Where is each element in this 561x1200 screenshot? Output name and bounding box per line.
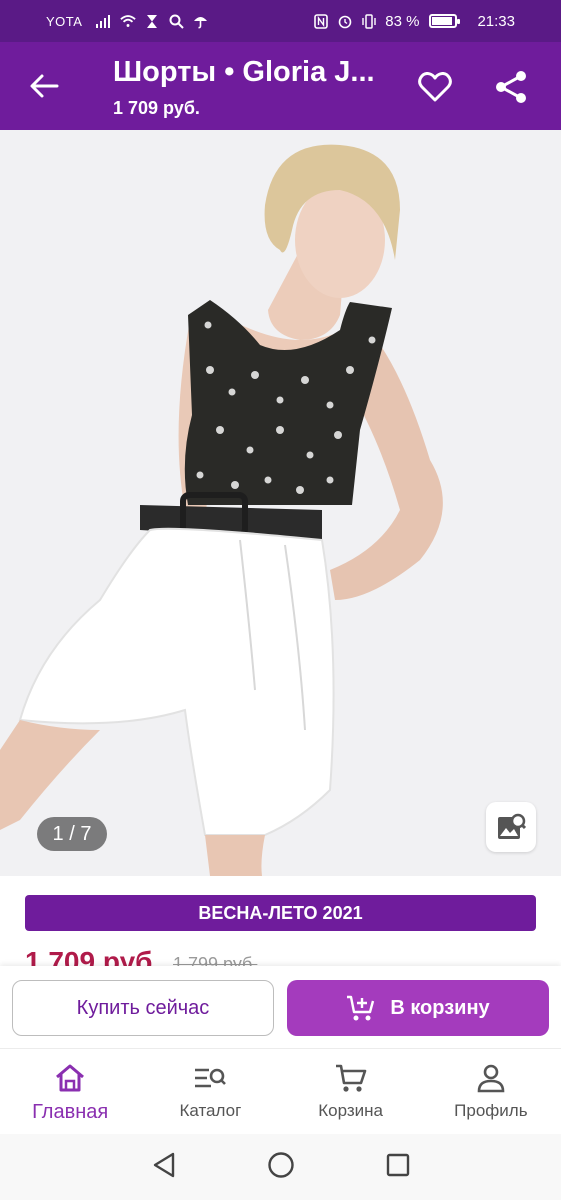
battery-percent: 83 % <box>385 12 420 30</box>
cart-icon <box>334 1061 368 1095</box>
nav-profile[interactable]: Профиль <box>421 1049 561 1134</box>
page-title: Шорты • Gloria J... <box>113 56 375 88</box>
battery-icon <box>429 14 461 28</box>
product-photo <box>0 144 443 876</box>
signal-icon <box>96 13 112 29</box>
favorite-button[interactable] <box>412 64 458 110</box>
triangle-back-icon <box>153 1152 174 1177</box>
clock: 21:33 <box>477 12 515 30</box>
hourglass-icon <box>144 13 160 29</box>
image-search-button[interactable] <box>486 802 536 852</box>
circle-home-icon <box>267 1151 294 1178</box>
status-left: YOTA <box>46 13 208 29</box>
home-icon <box>53 1061 87 1095</box>
product-image[interactable] <box>0 130 561 876</box>
nfc-icon <box>313 13 329 29</box>
nav-catalog-label: Каталог <box>179 1101 242 1120</box>
nav-catalog[interactable]: Каталог <box>140 1049 280 1134</box>
system-nav <box>0 1134 561 1200</box>
app-bar: Шорты • Gloria J... 1 709 руб. <box>0 42 561 130</box>
back-button[interactable] <box>22 66 66 106</box>
status-right: 83 % 21:33 <box>313 13 515 30</box>
square-recents-icon <box>386 1153 409 1176</box>
nav-home[interactable]: Главная <box>0 1049 140 1134</box>
vibrate-icon <box>361 13 377 29</box>
search-icon <box>168 13 184 29</box>
wifi-icon <box>120 13 137 29</box>
action-bar: Купить сейчас В корзину <box>0 966 561 1048</box>
add-to-cart-button[interactable]: В корзину <box>287 980 549 1036</box>
bottom-nav: Главная Каталог Корзина Профиль <box>0 1048 561 1134</box>
profile-icon <box>474 1061 508 1095</box>
image-search-icon <box>498 813 526 839</box>
system-back-button[interactable] <box>151 1151 177 1184</box>
heart-icon <box>418 72 452 102</box>
alarm-icon <box>337 13 353 29</box>
season-badge: ВЕСНА-ЛЕТО 2021 <box>25 895 536 931</box>
nav-cart[interactable]: Корзина <box>281 1049 421 1134</box>
add-cart-icon <box>347 995 375 1021</box>
image-counter: 1 / 7 <box>37 817 107 851</box>
buy-now-button[interactable]: Купить сейчас <box>12 980 274 1036</box>
system-recents-button[interactable] <box>385 1152 411 1183</box>
header-price: 1 709 руб. <box>113 98 200 118</box>
carrier-label: YOTA <box>46 13 83 29</box>
nav-cart-label: Корзина <box>318 1101 383 1120</box>
catalog-search-icon <box>193 1061 227 1095</box>
arrow-left-icon <box>30 74 59 98</box>
system-home-button[interactable] <box>267 1151 295 1184</box>
share-icon <box>496 71 526 103</box>
add-to-cart-label: В корзину <box>390 996 490 1019</box>
status-bar: YOTA 83 % 21:33 <box>0 0 561 42</box>
umbrella-icon <box>192 13 208 29</box>
nav-home-label: Главная <box>32 1101 109 1123</box>
share-button[interactable] <box>488 64 534 110</box>
nav-profile-label: Профиль <box>454 1101 528 1120</box>
